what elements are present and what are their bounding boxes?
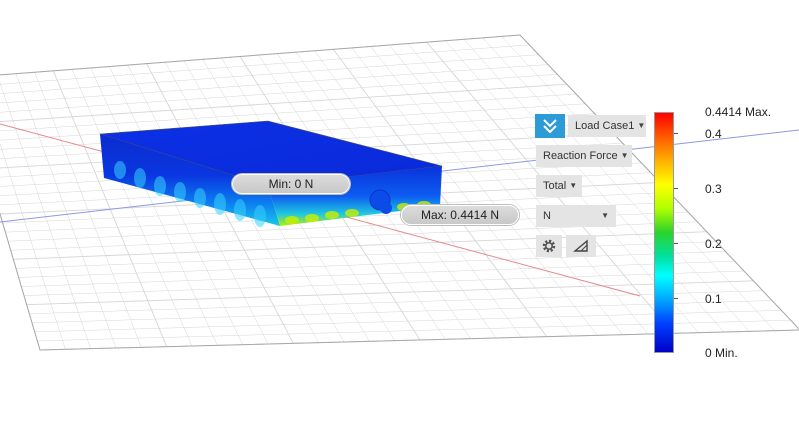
min-label-text: Min: 0 N	[268, 177, 314, 191]
component-label: Total	[543, 180, 567, 192]
gear-icon	[542, 239, 556, 253]
settings-button[interactable]	[536, 235, 562, 257]
legend-min-label: 0 Min.	[705, 346, 738, 360]
grid-line	[0, 74, 558, 113]
load-case-dropdown[interactable]: Load Case1 ▼	[568, 115, 646, 137]
grid-scene[interactable]	[0, 0, 799, 434]
legend-tick-label: 0.2	[705, 237, 722, 251]
grid-line	[463, 39, 725, 333]
chevron-down-icon: ▼	[601, 211, 609, 220]
grid-line	[23, 270, 745, 296]
max-label-text: Max: 0.4414 N	[420, 208, 500, 222]
grid-line	[0, 64, 549, 104]
legend-tick-mark	[674, 243, 678, 244]
surface-button[interactable]	[566, 235, 596, 257]
legend-max-label: 0.4414 Max.	[705, 105, 772, 119]
legend-tick-mark	[674, 298, 678, 299]
legend-tick-label: 0.3	[705, 182, 722, 196]
unit-label: N	[543, 210, 551, 222]
component-dropdown[interactable]: Total ▼	[536, 175, 582, 197]
color-legend-bar	[654, 112, 674, 353]
min-label-pill[interactable]: Min: 0 N	[232, 174, 350, 194]
canvas-viewport[interactable]: Min: 0 N Max: 0.4414 N Load Case1 ▼ React…	[0, 0, 799, 434]
max-label-pill[interactable]: Max: 0.4414 N	[401, 205, 519, 225]
load-case-label: Load Case1	[575, 120, 635, 132]
grid-line	[37, 319, 791, 342]
chevron-down-icon: ▼	[637, 121, 646, 130]
legend-tick-label: 0.4	[705, 127, 722, 141]
unit-dropdown[interactable]: N ▼	[536, 205, 616, 227]
legend-tick-mark	[674, 133, 678, 134]
legend-tick-mark	[674, 188, 678, 189]
legend-tick-label: 0.1	[705, 292, 722, 306]
grid-line	[26, 280, 754, 306]
result-check-button[interactable]	[535, 114, 565, 138]
result-type-dropdown[interactable]: Reaction Force ▼	[536, 145, 632, 167]
triangle-ruler-icon	[573, 239, 588, 252]
grid-line	[0, 83, 567, 123]
double-chevron-check-icon	[543, 119, 557, 134]
chevron-down-icon: ▼	[620, 151, 629, 160]
result-type-label: Reaction Force	[543, 150, 618, 162]
max-probe-knob	[380, 202, 392, 214]
grid-line	[21, 260, 735, 287]
chevron-down-icon: ▼	[569, 181, 578, 190]
grid-line	[29, 290, 763, 314]
grid-line	[0, 44, 530, 85]
